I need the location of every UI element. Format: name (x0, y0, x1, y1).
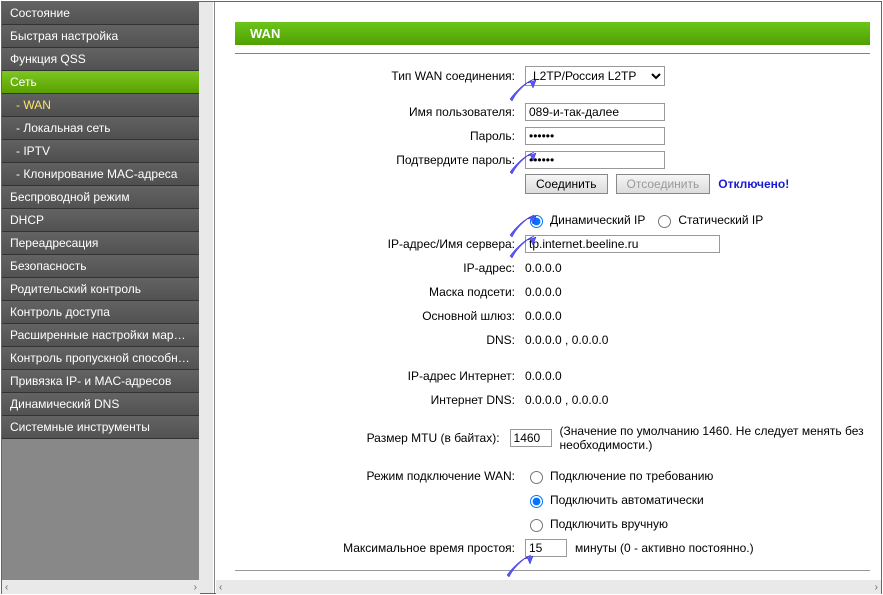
radio-manual-connect[interactable]: Подключить вручную (525, 516, 668, 532)
main-content: WAN Тип WAN соединения: L2TP/Россия L2TP… (215, 2, 881, 593)
sidebar: СостояниеБыстрая настройкаФункция QSSСет… (2, 2, 200, 593)
sidebar-scrollbar[interactable] (199, 2, 213, 593)
sidebar-item[interactable]: Безопасность (2, 255, 199, 278)
sidebar-item[interactable]: Расширенные настройки маршрутизации (2, 324, 199, 347)
sidebar-item[interactable]: Переадресация (2, 232, 199, 255)
sidebar-item[interactable]: Беспроводной режим (2, 186, 199, 209)
sidebar-item[interactable]: Функция QSS (2, 48, 199, 71)
label-idle: Максимальное время простоя: (235, 541, 525, 555)
sidebar-item[interactable]: - Клонирование MAC-адреса (2, 163, 199, 186)
mask-value: 0.0.0.0 (525, 285, 562, 299)
sidebar-item[interactable]: Контроль доступа (2, 301, 199, 324)
connection-status: Отключено! (718, 177, 789, 191)
label-username: Имя пользователя: (235, 105, 525, 119)
label-dns: DNS: (235, 333, 525, 347)
disconnect-button: Отсоединить (616, 174, 711, 194)
label-server: IP-адрес/Имя сервера: (235, 237, 525, 251)
sidebar-item[interactable]: DHCP (2, 209, 199, 232)
sidebar-item[interactable]: Быстрая настройка (2, 25, 199, 48)
inet-ip-value: 0.0.0.0 (525, 369, 562, 383)
idle-note: минуты (0 - активно постоянно.) (575, 541, 754, 555)
sidebar-item[interactable]: - IPTV (2, 140, 199, 163)
main-hscroll[interactable]: ‹› (216, 580, 881, 594)
sidebar-item[interactable]: - Локальная сеть (2, 117, 199, 140)
label-conn-type: Тип WAN соединения: (235, 69, 525, 83)
password-confirm-input[interactable] (525, 151, 665, 169)
label-password2: Подтвердите пароль: (235, 153, 525, 167)
sidebar-item[interactable]: Системные инструменты (2, 416, 199, 439)
divider (235, 53, 870, 54)
wan-type-select[interactable]: L2TP/Россия L2TP (525, 66, 665, 86)
label-gateway: Основной шлюз: (235, 309, 525, 323)
sidebar-item[interactable]: - WAN (2, 94, 199, 117)
sidebar-item[interactable]: Состояние (2, 2, 199, 25)
mtu-input[interactable] (510, 429, 552, 447)
inet-dns-value: 0.0.0.0 , 0.0.0.0 (525, 393, 608, 407)
sidebar-gap (200, 2, 215, 593)
sidebar-item[interactable]: Сеть (2, 71, 199, 94)
label-inet-ip: IP-адрес Интернет: (235, 369, 525, 383)
label-wan-mode: Режим подключение WAN: (235, 469, 525, 483)
sidebar-item[interactable]: Привязка IP- и MAC-адресов (2, 370, 199, 393)
connect-button[interactable]: Соединить (525, 174, 608, 194)
password-input[interactable] (525, 127, 665, 145)
server-input[interactable] (525, 235, 720, 253)
label-inet-dns: Интернет DNS: (235, 393, 525, 407)
dns-value: 0.0.0.0 , 0.0.0.0 (525, 333, 608, 347)
mtu-note: (Значение по умолчанию 1460. Не следует … (560, 424, 881, 452)
sidebar-item[interactable]: Динамический DNS (2, 393, 199, 416)
gateway-value: 0.0.0.0 (525, 309, 562, 323)
idle-input[interactable] (525, 539, 567, 557)
ip-value: 0.0.0.0 (525, 261, 562, 275)
radio-on-demand[interactable]: Подключение по требованию (525, 468, 713, 484)
username-input[interactable] (525, 103, 665, 121)
radio-dynamic-ip[interactable]: Динамический IP (525, 212, 645, 228)
sidebar-item[interactable]: Родительский контроль (2, 278, 199, 301)
page-title: WAN (235, 22, 870, 45)
label-password: Пароль: (235, 129, 525, 143)
label-mtu: Размер MTU (в байтах): (235, 431, 510, 445)
label-ip: IP-адрес: (235, 261, 525, 275)
divider (235, 570, 870, 571)
label-mask: Маска подсети: (235, 285, 525, 299)
radio-auto-connect[interactable]: Подключить автоматически (525, 492, 704, 508)
sidebar-item[interactable]: Контроль пропускной способности (2, 347, 199, 370)
radio-static-ip[interactable]: Статический IP (653, 212, 763, 228)
sidebar-hscroll[interactable]: ‹› (2, 580, 200, 594)
